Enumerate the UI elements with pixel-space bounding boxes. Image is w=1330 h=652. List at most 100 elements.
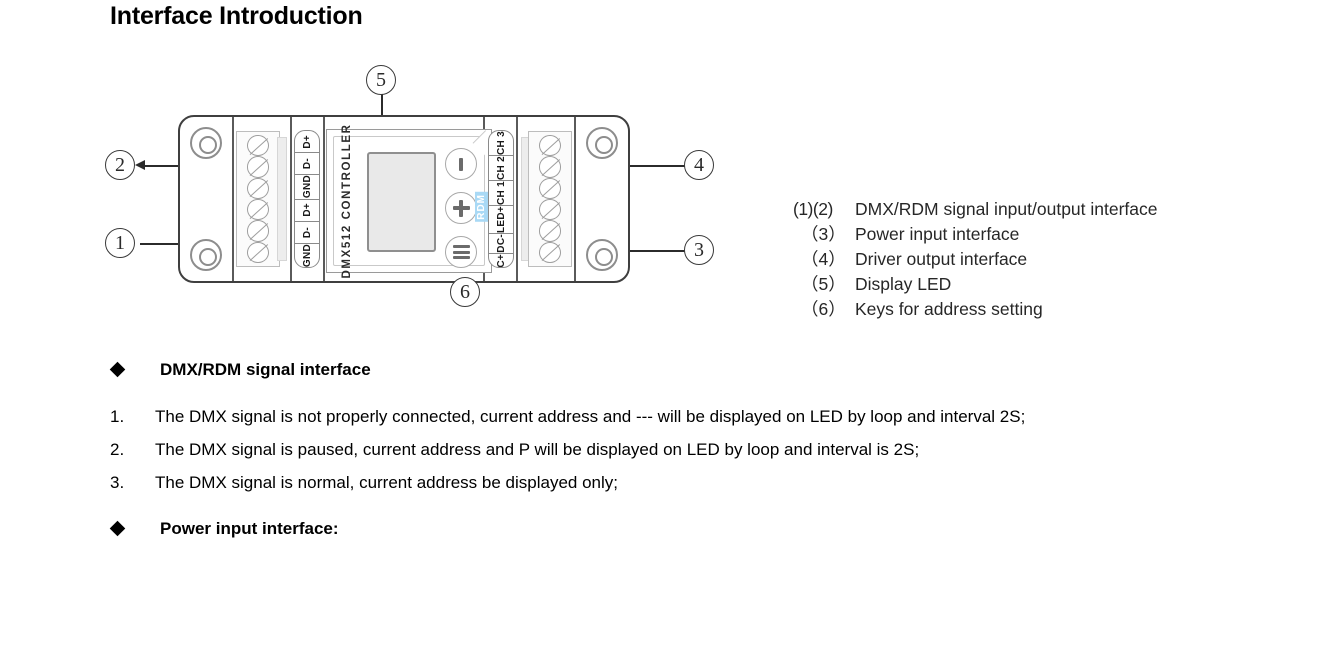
pin-label: D+ <box>295 131 319 154</box>
legend-text: DMX/RDM signal input/output interface <box>855 199 1158 219</box>
device-front-panel: DMX512 CONTROLLER RDM <box>326 124 492 279</box>
legend-row: （5） Display LED <box>793 272 1158 297</box>
terminal-screw-icon <box>539 220 561 242</box>
frame-divider <box>574 117 576 281</box>
frame-divider <box>516 117 518 281</box>
terminal-screw-icon <box>539 135 561 157</box>
frame-divider <box>290 117 292 281</box>
legend-text: Display LED <box>855 274 952 294</box>
pin-label: CH 2 <box>489 156 513 181</box>
section-heading-power: Power input interface: <box>0 519 1330 539</box>
terminal-screw-icon <box>539 177 561 199</box>
terminal-shadow <box>277 137 287 261</box>
terminal-screw-icon <box>247 220 269 242</box>
legend-number: （4） <box>801 249 846 269</box>
dmx512-controller-device: D+ D- GND D+ D- GND DMX512 CONTROLLER RD… <box>178 115 630 283</box>
mounting-hole-icon <box>586 239 618 271</box>
list-item-text: The DMX signal is not properly connected… <box>155 407 1026 426</box>
section-heading-text: DMX/RDM signal interface <box>160 360 371 379</box>
pin-label-text: DC- <box>495 234 507 253</box>
pin-label-text: GND <box>301 175 313 199</box>
legend-number: （6） <box>801 299 846 319</box>
terminal-screw-icon <box>247 177 269 199</box>
pin-label-text: CH 2 <box>495 155 507 180</box>
brand-label: DMX512 CONTROLLER <box>341 123 353 279</box>
callout-1: 1 <box>105 228 135 258</box>
pin-label: DC+ <box>489 253 513 268</box>
mounting-hole-icon <box>190 127 222 159</box>
right-screw-terminal-block <box>528 131 572 267</box>
list-item-text: The DMX signal is paused, current addres… <box>155 440 920 459</box>
list-item-number: 1. <box>110 407 125 426</box>
left-pin-label-strip: D+ D- GND D+ D- GND <box>294 130 320 268</box>
legend-row: （6） Keys for address setting <box>793 297 1158 322</box>
pin-label-text: D- <box>301 226 313 238</box>
callout-4: 4 <box>684 150 714 180</box>
pin-label: CH 3 <box>489 131 513 156</box>
pin-label-text: D- <box>301 158 313 170</box>
pin-label: D- <box>295 153 319 176</box>
mounting-hole-icon <box>586 127 618 159</box>
callout-3: 3 <box>684 235 714 265</box>
pin-label: LED+ <box>489 206 513 234</box>
section-heading-dmx: DMX/RDM signal interface <box>0 360 1330 380</box>
pin-label-text: CH 1 <box>495 180 507 205</box>
list-item: 3. The DMX signal is normal, current add… <box>0 468 1330 497</box>
legend-number: （5） <box>801 274 846 294</box>
pin-label: DC- <box>489 234 513 254</box>
minus-button[interactable] <box>445 236 477 268</box>
terminal-screw-icon <box>247 135 269 157</box>
list-item: 1. The DMX signal is not properly connec… <box>0 402 1330 431</box>
terminal-screw-icon <box>247 241 269 263</box>
list-item: 2. The DMX signal is paused, current add… <box>0 435 1330 464</box>
plus-icon <box>452 199 470 217</box>
pin-label: GND <box>295 175 319 200</box>
terminal-screw-icon <box>539 241 561 263</box>
figure-legend: (1)(2) DMX/RDM signal input/output inter… <box>793 197 1158 322</box>
diamond-bullet-icon <box>109 361 126 378</box>
pin-label: D- <box>295 222 319 244</box>
terminal-screw-icon <box>247 156 269 178</box>
left-screw-terminal-block <box>236 131 280 267</box>
rdm-badge: RDM <box>475 192 488 222</box>
callout-6: 6 <box>450 277 480 307</box>
legend-number: (1)(2) <box>793 199 833 219</box>
section-heading-text: Power input interface: <box>160 519 339 538</box>
pin-label: CH 1 <box>489 181 513 206</box>
power-bar-icon <box>459 157 463 171</box>
legend-row: （4） Driver output interface <box>793 247 1158 272</box>
mounting-hole-icon <box>190 239 222 271</box>
pin-label-text: DC+ <box>495 253 507 268</box>
pin-label-text: D+ <box>301 203 313 217</box>
pin-label-text: D+ <box>301 134 313 149</box>
pin-label-text: GND <box>301 243 313 267</box>
body-content: DMX/RDM signal interface 1. The DMX sign… <box>0 352 1330 539</box>
terminal-screw-icon <box>539 198 561 221</box>
list-item-text: The DMX signal is normal, current addres… <box>155 473 618 492</box>
diamond-bullet-icon <box>109 520 126 537</box>
callout-2: 2 <box>105 150 135 180</box>
pin-label-text: LED+ <box>495 205 507 233</box>
device-diagram: 2 1 5 6 4 3 D+ D- GND D+ D- GND DMX512 C… <box>0 55 1330 340</box>
list-item-number: 2. <box>110 440 125 459</box>
right-pin-label-strip: CH 3 CH 2 CH 1 LED+ DC- DC+ <box>488 130 514 268</box>
minus-icon <box>452 245 470 259</box>
frame-divider <box>323 117 325 281</box>
legend-number: （3） <box>801 224 846 244</box>
power-button[interactable] <box>445 148 477 180</box>
leader-arrow-2 <box>135 160 145 170</box>
legend-text: Driver output interface <box>855 249 1028 269</box>
page-title: Interface Introduction <box>110 2 363 30</box>
callout-5: 5 <box>366 65 396 95</box>
plus-button[interactable] <box>445 192 477 224</box>
legend-text: Keys for address setting <box>855 299 1043 319</box>
pin-label: GND <box>295 244 319 267</box>
legend-row: （3） Power input interface <box>793 222 1158 247</box>
pin-label-text: CH 3 <box>495 131 507 155</box>
display-led-screen <box>367 152 436 252</box>
pin-label: D+ <box>295 200 319 222</box>
frame-divider <box>232 117 234 281</box>
list-item-number: 3. <box>110 473 125 492</box>
legend-text: Power input interface <box>855 224 1020 244</box>
terminal-screw-icon <box>247 198 269 221</box>
